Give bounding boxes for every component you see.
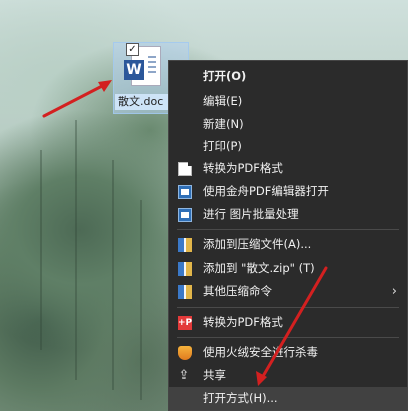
archive-icon (178, 238, 192, 252)
share-icon: ⇪ (178, 368, 190, 383)
pdf-convert-icon: +P (178, 316, 193, 330)
wallpaper-branch (40, 150, 42, 350)
archive-icon (178, 262, 192, 276)
menu-item-open-with[interactable]: 打开方式(H)... (169, 387, 407, 410)
menu-item-open[interactable]: 打开(O) (169, 65, 407, 88)
menu-separator (177, 337, 399, 338)
menu-separator (177, 307, 399, 308)
menu-item-label: 转换为PDF格式 (203, 161, 283, 175)
document-lines-icon (148, 56, 156, 76)
menu-item-label: 使用火绒安全进行杀毒 (203, 345, 318, 359)
menu-item-add-to-zip[interactable]: 添加到 "散文.zip" (T) (169, 257, 407, 280)
menu-item-label: 打印(P) (203, 139, 242, 153)
menu-item-edit[interactable]: 编辑(E) (169, 90, 407, 113)
menu-item-label: 添加到 "散文.zip" (T) (203, 261, 315, 275)
menu-item-label: 使用金舟PDF编辑器打开 (203, 184, 329, 198)
checkbox-icon[interactable]: ✓ (126, 43, 139, 56)
wallpaper-branch (112, 160, 114, 390)
menu-item-share[interactable]: ⇪ 共享 (169, 364, 407, 387)
menu-item-label: 进行 图片批量处理 (203, 207, 299, 221)
chevron-right-icon: › (391, 284, 397, 299)
menu-item-open-pdf-editor[interactable]: 使用金舟PDF编辑器打开 (169, 180, 407, 203)
menu-item-label: 添加到压缩文件(A)... (203, 237, 312, 251)
wallpaper-branch (140, 200, 142, 400)
menu-item-label: 编辑(E) (203, 94, 243, 108)
menu-item-image-batch[interactable]: 进行 图片批量处理 (169, 203, 407, 226)
document-icon (178, 162, 192, 176)
menu-item-label: 新建(N) (203, 117, 244, 131)
menu-item-add-to-archive[interactable]: 添加到压缩文件(A)... (169, 233, 407, 256)
pdf-editor-icon (178, 185, 192, 199)
menu-item-convert-pdf[interactable]: 转换为PDF格式 (169, 157, 407, 180)
menu-item-convert-pdf-2[interactable]: +P 转换为PDF格式 (169, 311, 407, 334)
image-batch-icon (178, 208, 192, 222)
context-menu: 打开(O) 编辑(E) 新建(N) 打印(P) 转换为PDF格式 使用金舟PDF… (168, 60, 408, 411)
menu-item-new[interactable]: 新建(N) (169, 113, 407, 136)
menu-item-print[interactable]: 打印(P) (169, 135, 407, 158)
word-icon: W (124, 60, 144, 80)
menu-item-label: 打开方式(H)... (203, 391, 278, 405)
menu-item-label: 共享 (203, 368, 226, 382)
menu-item-label: 转换为PDF格式 (203, 315, 283, 329)
menu-item-label: 其他压缩命令 (203, 284, 272, 298)
menu-item-label: 打开(O) (203, 69, 247, 83)
menu-separator (177, 229, 399, 230)
archive-icon (178, 285, 192, 299)
wallpaper-branch (75, 120, 77, 380)
menu-item-other-compress[interactable]: 其他压缩命令 › (169, 280, 407, 303)
menu-item-antivirus-scan[interactable]: 使用火绒安全进行杀毒 (169, 341, 407, 364)
shield-icon (178, 346, 192, 360)
